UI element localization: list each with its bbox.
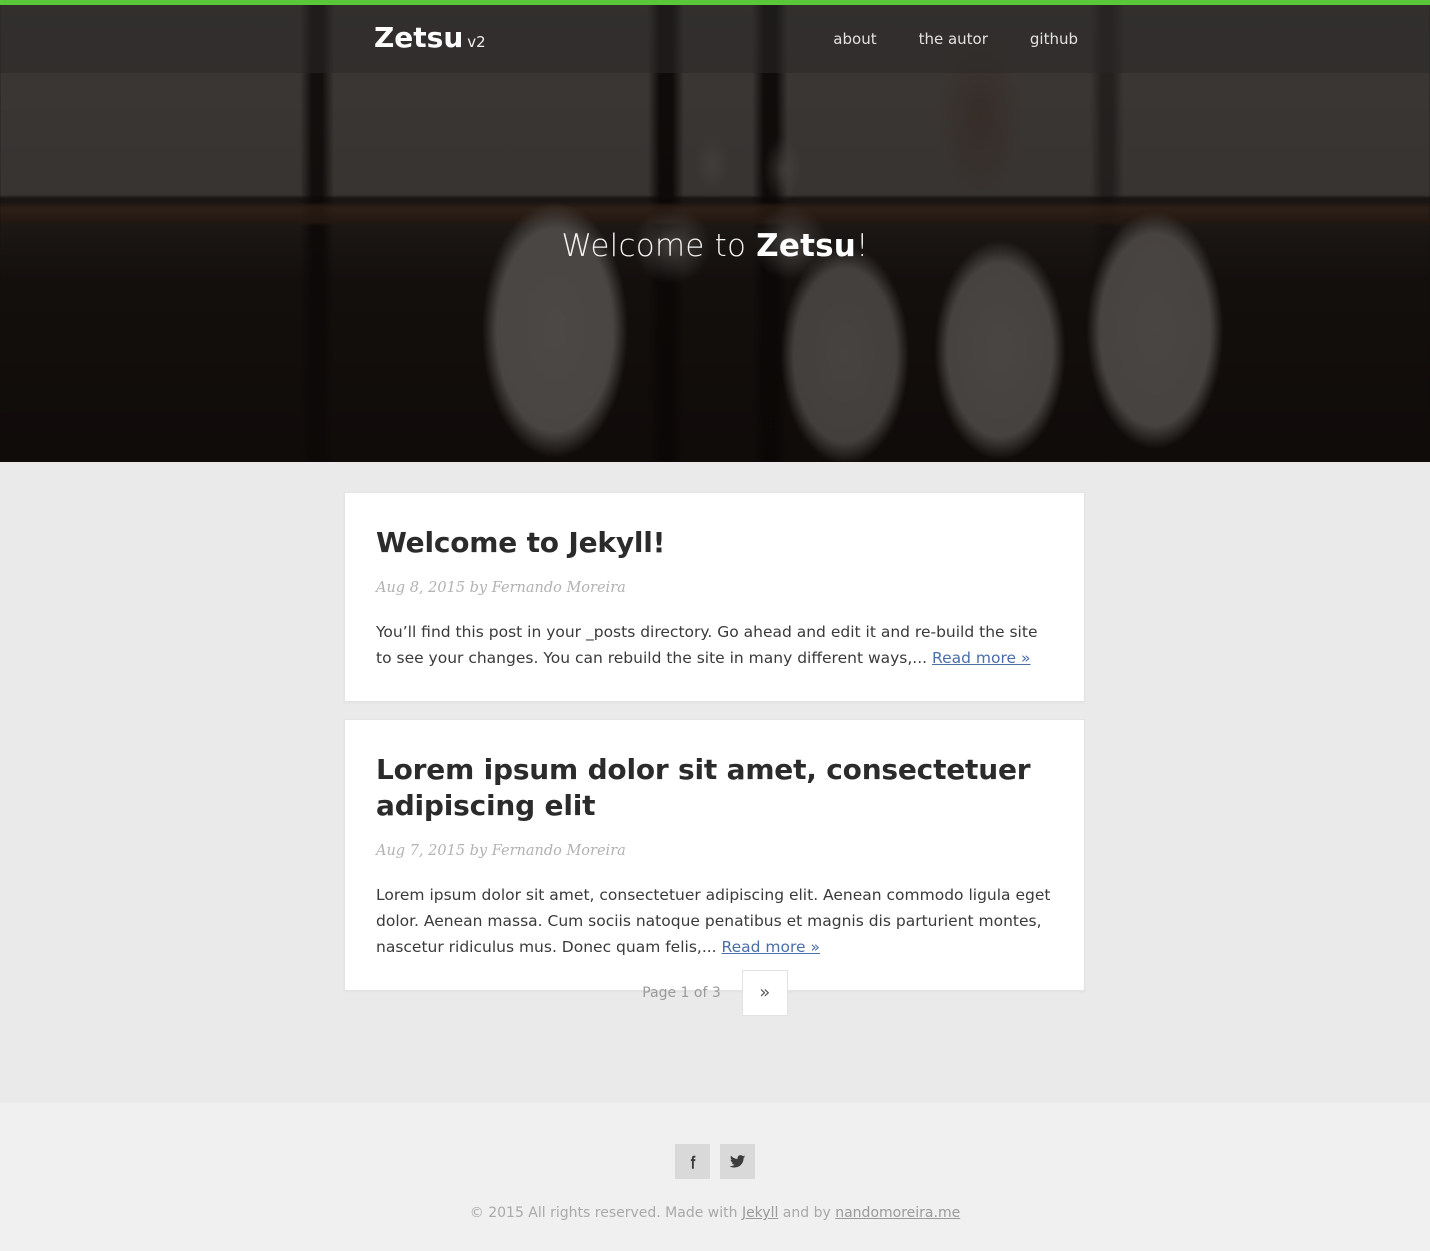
- nav-item-github[interactable]: github: [1009, 30, 1078, 49]
- read-more-link[interactable]: Read more »: [932, 649, 1030, 667]
- post-meta: Aug 7, 2015 by Fernando Moreira: [376, 843, 626, 859]
- read-more-link[interactable]: Read more »: [722, 938, 820, 956]
- site-footer: © 2015 All rights reserved. Made with Je…: [0, 1103, 1430, 1251]
- post-card: Welcome to Jekyll! Aug 8, 2015 by Fernan…: [344, 492, 1085, 702]
- pagination: Page 1 of 3 »: [0, 970, 1430, 1016]
- page-counter: Page 1 of 3: [642, 985, 721, 1001]
- social-link-twitter[interactable]: [720, 1144, 755, 1179]
- twitter-icon: [728, 1152, 747, 1171]
- hero-title-prefix: Welcome to: [561, 228, 757, 264]
- site-logo-version: v2: [467, 33, 486, 51]
- hero-title-suffix: !: [856, 228, 869, 264]
- content-area: Welcome to Jekyll! Aug 8, 2015 by Fernan…: [0, 462, 1430, 1103]
- nav-item-the-autor[interactable]: the autor: [898, 30, 1009, 49]
- facebook-icon: [684, 1153, 702, 1171]
- post-excerpt-text: Lorem ipsum dolor sit amet, consectetuer…: [376, 886, 1051, 956]
- next-page-button[interactable]: »: [741, 970, 788, 1016]
- top-accent-bar: [0, 0, 1430, 5]
- site-header: Zetsu v2 about the autor github: [0, 5, 1430, 73]
- header-inner: Zetsu v2 about the autor github: [0, 5, 1430, 73]
- site-logo-name: Zetsu: [374, 21, 464, 54]
- post-title[interactable]: Welcome to Jekyll!: [376, 525, 1053, 561]
- copyright-part-2: and by: [778, 1205, 836, 1221]
- site-logo[interactable]: Zetsu v2: [374, 21, 486, 59]
- nav-item-about[interactable]: about: [812, 30, 897, 49]
- post-meta: Aug 8, 2015 by Fernando Moreira: [376, 580, 626, 596]
- post-title[interactable]: Lorem ipsum dolor sit amet, consectetuer…: [376, 752, 1053, 824]
- hero-title-strong: Zetsu: [756, 228, 857, 264]
- hero-title: Welcome to Zetsu!: [0, 228, 1430, 264]
- post-card: Lorem ipsum dolor sit amet, consectetuer…: [344, 719, 1085, 991]
- jekyll-link[interactable]: Jekyll: [742, 1205, 778, 1221]
- author-site-link[interactable]: nandomoreira.me: [835, 1205, 960, 1221]
- copyright-part-1: © 2015 All rights reserved. Made with: [469, 1205, 742, 1221]
- copyright-text: © 2015 All rights reserved. Made with Je…: [0, 1203, 1430, 1223]
- social-link-facebook[interactable]: [675, 1144, 710, 1179]
- social-links: [0, 1144, 1430, 1179]
- post-excerpt: You’ll find this post in your _posts dir…: [376, 619, 1053, 671]
- main-navigation: about the autor github: [812, 30, 1078, 49]
- post-excerpt: Lorem ipsum dolor sit amet, consectetuer…: [376, 882, 1053, 960]
